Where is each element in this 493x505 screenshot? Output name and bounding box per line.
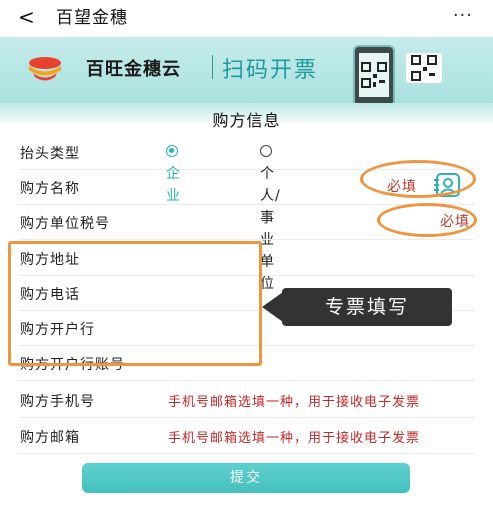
more-icon[interactable]: ··· xyxy=(453,5,473,27)
banner: 百旺金穗云 扫码开票 xyxy=(0,37,493,123)
back-icon[interactable]: < xyxy=(18,6,35,28)
annotation-ring-tax xyxy=(377,203,477,237)
qr-card-icon xyxy=(406,53,442,83)
annotation-ring-name xyxy=(360,160,476,198)
brand-name: 百旺金穗云 xyxy=(86,59,181,80)
banner-divider xyxy=(212,55,213,79)
field-hint: 手机号邮箱选填一种，用于接收电子发票 xyxy=(168,431,421,446)
tooltip-text: 专票填写 xyxy=(282,288,452,326)
form-row-mobile[interactable]: 购方手机号 手机号邮箱选填一种，用于接收电子发票 xyxy=(18,382,475,418)
brand-logo-icon xyxy=(29,57,61,81)
annotation-tooltip: 专票填写 xyxy=(262,288,452,326)
qr-code-icon xyxy=(411,55,437,81)
radio-unselected-icon xyxy=(260,145,272,157)
submit-button[interactable]: 提交 xyxy=(82,463,410,493)
field-label: 购方单位税号 xyxy=(20,216,110,232)
field-label: 购方名称 xyxy=(20,181,80,197)
radio-selected-icon xyxy=(166,145,178,157)
form-row-email[interactable]: 购方邮箱 手机号邮箱选填一种，用于接收电子发票 xyxy=(18,418,475,454)
nav-bar: < 百望金穗 ··· xyxy=(0,0,493,36)
field-label: 购方邮箱 xyxy=(20,430,80,446)
phone-illustration-icon xyxy=(353,45,395,107)
annotation-box-special-invoice xyxy=(8,241,262,366)
tooltip-arrow xyxy=(262,292,283,322)
qr-code-icon xyxy=(361,62,387,88)
banner-slogan: 扫码开票 xyxy=(222,58,319,83)
field-label: 抬头类型 xyxy=(20,146,80,162)
field-hint: 手机号邮箱选填一种，用于接收电子发票 xyxy=(168,395,421,410)
page-title: 百望金穗 xyxy=(56,8,128,28)
section-title: 购方信息 xyxy=(212,111,281,130)
field-label: 购方手机号 xyxy=(20,394,95,410)
